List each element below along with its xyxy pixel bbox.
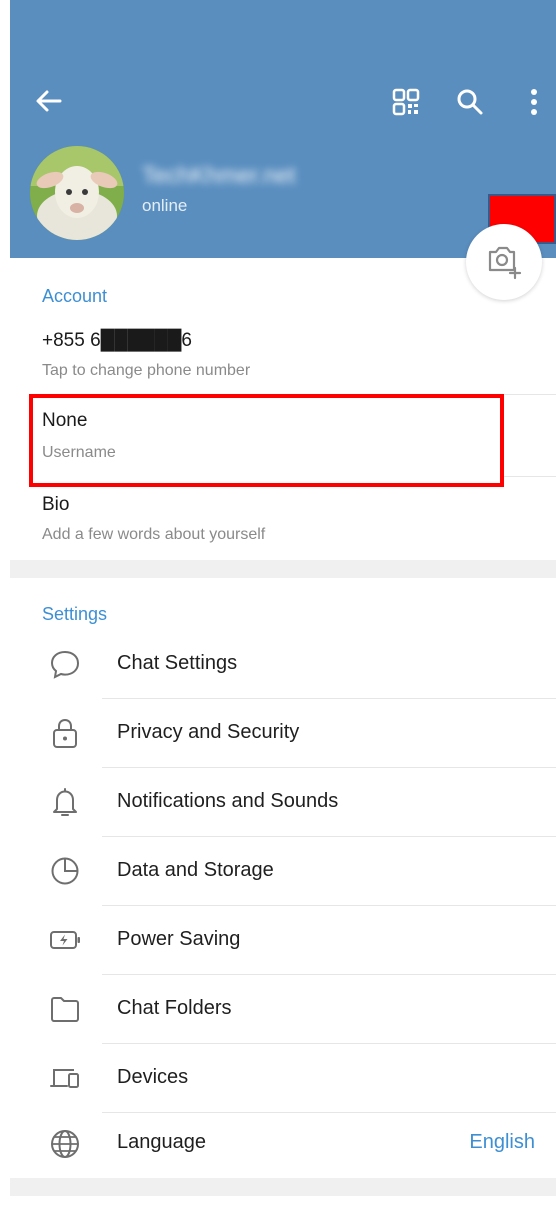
account-divider-2 [504,476,556,477]
account-section-title: Account [42,286,108,306]
more-vertical-icon [531,89,537,115]
profile-name: TechKhmer.net [142,162,296,188]
folder-icon [51,997,79,1022]
chat-folders-label: Chat Folders [117,997,232,1019]
username-highlight-box [29,394,504,487]
search-icon [457,89,483,115]
language-label: Language [117,1131,206,1153]
devices-label: Devices [117,1066,189,1088]
settings-item-power-saving[interactable]: Power Saving [10,906,556,974]
battery-icon [50,931,80,949]
lock-icon [53,718,77,748]
settings-item-data-storage[interactable]: Data and Storage [10,837,556,905]
search-button[interactable] [456,88,484,116]
set-photo-button[interactable] [466,224,542,300]
avatar[interactable] [30,146,124,240]
settings-item-privacy-security[interactable]: Privacy and Security [10,699,556,767]
next-section-edge [10,1196,556,1206]
settings-item-chat-settings[interactable]: Chat Settings [10,630,556,698]
left-frame-edge [0,0,10,1206]
language-value: English [469,1131,535,1153]
online-status: online [142,196,188,215]
camera-add-icon [488,246,522,280]
devices-icon [50,1069,79,1088]
data-storage-label: Data and Storage [117,859,274,881]
settings-item-chat-folders[interactable]: Chat Folders [10,975,556,1043]
privacy-security-label: Privacy and Security [117,721,300,743]
settings-item-devices[interactable]: Devices [10,1044,556,1112]
power-saving-label: Power Saving [117,928,241,950]
settings-item-notifications[interactable]: Notifications and Sounds [10,768,556,836]
section-separator [10,560,556,578]
back-button[interactable] [34,86,64,116]
phone-number-hint: Tap to change phone number [42,362,251,379]
bio-hint: Add a few words about yourself [42,526,266,543]
profile-header: TechKhmer.net online [10,0,556,258]
globe-icon [51,1130,79,1158]
bio-value: Bio [42,494,70,515]
bell-icon [53,788,77,816]
chat-settings-label: Chat Settings [117,652,238,674]
lamb-photo-icon [30,146,124,240]
qr-code-icon [392,88,420,116]
bio-row[interactable]: Bio Add a few words about yourself [10,482,556,560]
settings-item-language[interactable]: Language English [10,1113,556,1177]
qr-code-button[interactable] [392,88,420,116]
chat-bubble-icon [50,650,80,679]
notifications-label: Notifications and Sounds [117,790,339,812]
more-options-button[interactable] [526,86,542,118]
settings-section-title: Settings [42,604,108,624]
back-arrow-icon [36,90,62,112]
phone-number-row[interactable]: +855 6██████6 Tap to change phone number [10,318,556,394]
pie-chart-icon [51,857,79,885]
phone-number-value: +855 6██████6 [42,330,192,351]
bottom-separator [10,1178,556,1196]
